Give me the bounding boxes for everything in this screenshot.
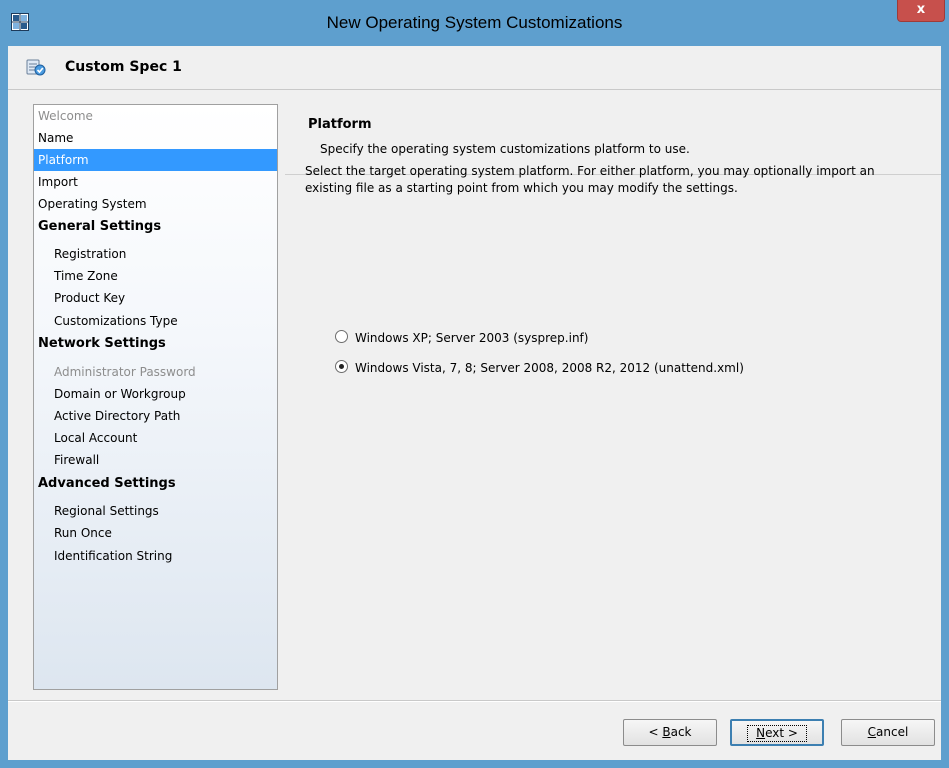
nav-section-heading: Advanced Settings (34, 473, 277, 495)
nav-item[interactable]: Firewall (34, 449, 277, 471)
nav-item-label: Advanced Settings (38, 476, 176, 491)
nav-item-label: Identification String (54, 549, 173, 563)
mnemonic: B (662, 725, 671, 739)
nav-item[interactable]: Name (34, 127, 277, 149)
option-label: Windows XP; Server 2003 (sysprep.inf) (355, 331, 589, 345)
nav-item[interactable]: Operating System (34, 193, 277, 215)
nav-item-label: Product Key (54, 291, 126, 305)
nav-item[interactable]: Customizations Type (34, 310, 277, 332)
nav-item-label: Name (38, 131, 74, 145)
nav-item[interactable]: Time Zone (34, 265, 277, 287)
button-text: ext > (765, 726, 798, 740)
nav-item: Welcome (34, 105, 277, 127)
option-label: Windows Vista, 7, 8; Server 2008, 2008 R… (355, 361, 744, 375)
spec-title: Custom Spec 1 (65, 59, 182, 75)
nav-item: Administrator Password (34, 361, 277, 383)
nav-item-label: Operating System (38, 197, 147, 211)
platform-option-sysprep[interactable]: Windows XP; Server 2003 (sysprep.inf) (335, 328, 588, 348)
nav-section-heading: General Settings (34, 216, 277, 238)
nav-item-label: Import (38, 175, 78, 189)
title-bar[interactable]: New Operating System Customizations x (0, 0, 949, 46)
nav-item[interactable]: Product Key (34, 287, 277, 309)
nav-item-label: Time Zone (54, 269, 118, 283)
cancel-button[interactable]: Cancel (841, 719, 935, 746)
focus-rect: Next > (747, 725, 807, 742)
radio-button-checked[interactable] (335, 360, 348, 373)
window-title: New Operating System Customizations (326, 13, 623, 32)
button-text: ack (670, 725, 692, 739)
nav-item-label: Active Directory Path (54, 409, 181, 423)
nav-item-label: Registration (54, 247, 127, 261)
nav-item[interactable]: Registration (34, 243, 277, 265)
next-button[interactable]: Next > (730, 719, 824, 746)
platform-option-unattend[interactable]: Windows Vista, 7, 8; Server 2008, 2008 R… (335, 358, 744, 378)
nav-item-label: Local Account (54, 431, 138, 445)
customization-spec-icon (26, 59, 46, 76)
mnemonic: N (756, 726, 766, 740)
nav-item-label: Domain or Workgroup (54, 387, 186, 401)
nav-section-heading: Network Settings (34, 333, 277, 355)
nav-item[interactable]: Run Once (34, 522, 277, 544)
nav-item-label: Welcome (38, 109, 93, 123)
dialog-window: New Operating System Customizations x Cu… (0, 0, 949, 768)
footer-divider (8, 700, 941, 702)
nav-item-label: Network Settings (38, 336, 166, 351)
nav-item[interactable]: Import (34, 171, 277, 193)
nav-item-label: Customizations Type (54, 314, 178, 328)
nav-item-label: Platform (38, 153, 89, 167)
page-subtitle: Specify the operating system customizati… (320, 142, 690, 156)
client-area: Custom Spec 1 Welcome Name Platform Import O… (8, 46, 941, 760)
nav-item-label: Administrator Password (54, 365, 196, 379)
mnemonic: C (867, 725, 877, 739)
radio-button[interactable] (335, 330, 348, 343)
button-text: < (648, 725, 663, 739)
nav-item[interactable]: Domain or Workgroup (34, 383, 277, 405)
close-button[interactable]: x (897, 0, 945, 22)
nav-item[interactable]: Identification String (34, 545, 277, 567)
spec-header: Custom Spec 1 (8, 46, 941, 90)
nav-item[interactable]: Local Account (34, 427, 277, 449)
button-text: ancel (876, 725, 909, 739)
nav-item-label: Regional Settings (54, 504, 159, 518)
nav-item[interactable]: Regional Settings (34, 500, 277, 522)
page-title: Platform (308, 117, 372, 132)
back-button[interactable]: < Back (623, 719, 717, 746)
nav-item-label: Run Once (54, 526, 112, 540)
nav-item-label: General Settings (38, 219, 162, 234)
nav-item[interactable]: Platform (34, 149, 277, 171)
nav-item[interactable]: Active Directory Path (34, 405, 277, 427)
page-description: Select the target operating system platf… (305, 164, 875, 195)
wizard-step-list[interactable]: Welcome Name Platform Import Operating Syste… (33, 104, 278, 690)
nav-item-label: Firewall (54, 453, 100, 467)
